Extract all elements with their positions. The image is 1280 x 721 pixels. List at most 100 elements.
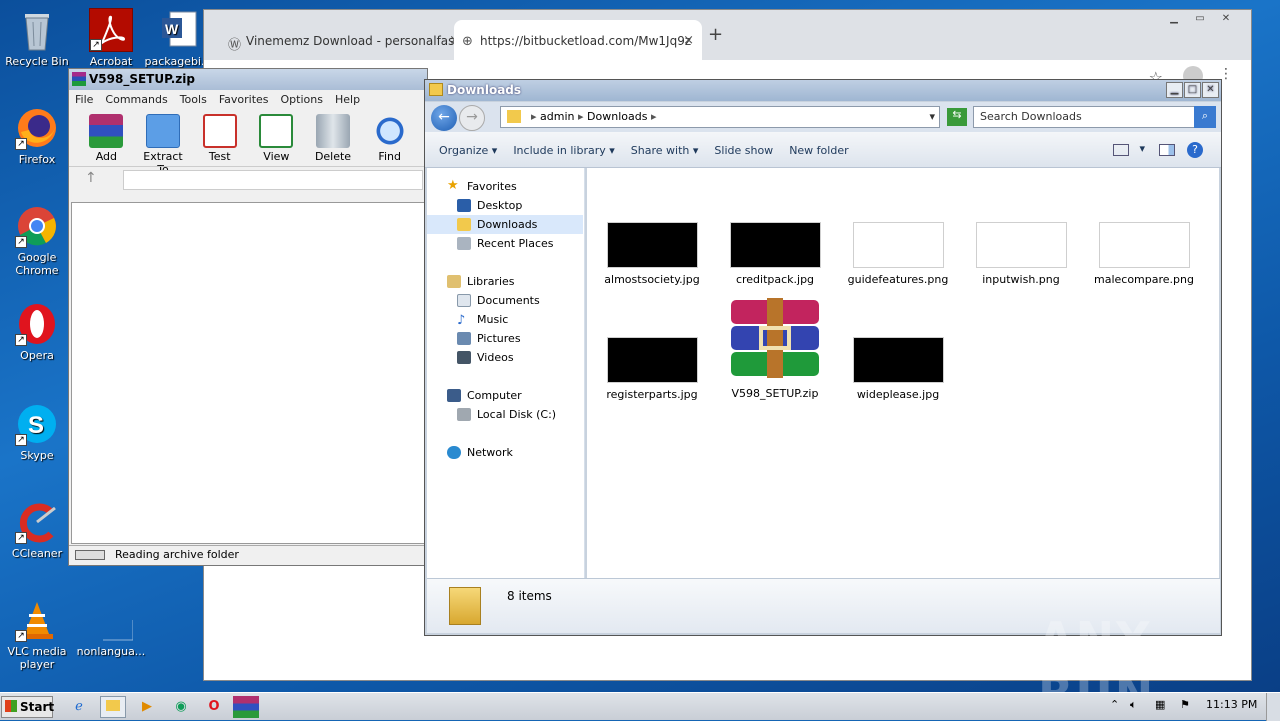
network-tray-icon[interactable]: ▦ xyxy=(1155,698,1165,711)
test-button[interactable]: Test xyxy=(196,112,243,164)
breadcrumb-dropdown-icon[interactable]: ▾ xyxy=(929,110,935,123)
nav-favorites[interactable]: ★ Favorites xyxy=(427,177,583,196)
explorer-command-bar: Organize ▾ Include in library ▾ Share wi… xyxy=(425,132,1221,168)
menu-help[interactable]: Help xyxy=(335,93,360,107)
forward-arrow-icon[interactable]: → xyxy=(459,105,485,131)
nav-local-disk[interactable]: Local Disk (C:) xyxy=(427,405,583,424)
close-icon[interactable]: ✕ xyxy=(1202,82,1219,98)
file-item[interactable]: guidefeatures.png xyxy=(838,222,958,286)
menu-favorites[interactable]: Favorites xyxy=(219,93,269,107)
file-item[interactable]: registerparts.jpg xyxy=(592,337,712,401)
taskbar-winrar-icon[interactable] xyxy=(233,696,259,718)
find-button[interactable]: Find xyxy=(366,112,413,164)
delete-button[interactable]: Delete xyxy=(310,112,357,164)
nav-downloads[interactable]: Downloads xyxy=(427,215,583,234)
menu-commands[interactable]: Commands xyxy=(105,93,167,107)
desktop-icon-ccleaner[interactable]: ↗ CCleaner xyxy=(2,500,72,560)
add-button[interactable]: Add xyxy=(83,112,130,164)
file-item[interactable]: creditpack.jpg xyxy=(715,222,835,286)
menu-options[interactable]: Options xyxy=(281,93,323,107)
nav-libraries[interactable]: Libraries xyxy=(427,272,583,291)
breadcrumb-downloads[interactable]: Downloads xyxy=(587,110,647,123)
taskbar-media-player-icon[interactable]: ▶ xyxy=(134,696,160,718)
back-arrow-icon[interactable]: ← xyxy=(431,105,457,131)
menu-file[interactable]: File xyxy=(75,93,93,107)
breadcrumb-admin[interactable]: admin xyxy=(540,110,574,123)
desktop-icon-chrome[interactable]: ↗ Google Chrome xyxy=(2,204,72,277)
tab-close-icon[interactable]: × xyxy=(683,33,694,48)
change-view-icon[interactable] xyxy=(1113,144,1129,156)
preview-pane-icon[interactable] xyxy=(1159,144,1175,156)
taskbar-chrome-icon[interactable]: ◉ xyxy=(168,696,194,718)
globe-favicon-icon: ⊕ xyxy=(462,34,473,49)
archive-file-list[interactable] xyxy=(71,202,425,544)
shortcut-arrow-icon: ↗ xyxy=(90,39,102,51)
desktop-icon-acrobat[interactable]: ↗ Acrobat xyxy=(76,8,146,68)
archive-path-input[interactable] xyxy=(123,170,423,190)
clock[interactable]: 11:13 PM xyxy=(1206,698,1257,711)
breadcrumb[interactable]: ▸ admin ▸ Downloads ▸ ▾ xyxy=(500,106,940,128)
minimize-icon[interactable]: ▁ xyxy=(1161,12,1187,28)
file-item[interactable]: inputwish.png xyxy=(961,222,1081,286)
file-item[interactable]: malecompare.png xyxy=(1084,222,1204,286)
desktop-icon-opera[interactable]: ↗ Opera xyxy=(2,302,72,362)
up-folder-icon[interactable]: ↑ xyxy=(85,170,97,186)
close-icon[interactable]: ✕ xyxy=(1213,12,1239,28)
breadcrumb-folder-icon xyxy=(507,110,521,123)
search-input[interactable]: Search Downloads ⌕ xyxy=(973,106,1216,128)
view-dropdown-icon[interactable]: ▾ xyxy=(1139,142,1145,155)
share-with-button[interactable]: Share with ▾ xyxy=(631,144,699,167)
view-book-icon xyxy=(259,114,294,148)
new-tab-button[interactable]: + xyxy=(708,24,723,45)
nav-network[interactable]: Network xyxy=(427,443,583,462)
minimize-icon[interactable]: ▁ xyxy=(1166,82,1183,98)
shortcut-arrow-icon: ↗ xyxy=(15,334,27,346)
volume-icon[interactable]: 🔈︎ xyxy=(1130,698,1137,712)
nav-documents[interactable]: Documents xyxy=(427,291,583,310)
taskbar-ie-icon[interactable]: ℯ xyxy=(66,696,92,718)
maximize-icon[interactable]: ▭ xyxy=(1187,12,1213,28)
desktop-icon-blank-file[interactable]: nonlangua... xyxy=(76,606,146,658)
include-in-library-button[interactable]: Include in library ▾ xyxy=(513,144,614,167)
winrar-app-icon xyxy=(72,72,86,86)
new-folder-button[interactable]: New folder xyxy=(789,144,848,167)
image-thumbnail xyxy=(729,222,821,268)
item-count: 8 items xyxy=(507,589,552,603)
taskbar-explorer-icon[interactable] xyxy=(100,696,126,718)
chrome-tab-bitbucketload[interactable]: ⊕ https://bitbucketload.com/Mw1Jq9z × xyxy=(454,20,702,60)
maximize-icon[interactable]: □ xyxy=(1184,82,1201,98)
nav-recent-places[interactable]: Recent Places xyxy=(427,234,583,253)
help-icon[interactable]: ? xyxy=(1187,142,1203,158)
search-icon[interactable]: ⌕ xyxy=(1194,106,1216,128)
desktop-icon-skype[interactable]: S ↗ Skype xyxy=(2,402,72,462)
nav-desktop[interactable]: Desktop xyxy=(427,196,583,215)
menu-tools[interactable]: Tools xyxy=(180,93,207,107)
extract-to-button[interactable]: Extract To xyxy=(140,112,187,176)
add-icon xyxy=(89,114,124,148)
desktop-icon-recycle-bin[interactable]: Recycle Bin xyxy=(2,8,72,68)
show-desktop-button[interactable] xyxy=(1266,693,1280,721)
view-button[interactable]: View xyxy=(253,112,300,164)
extract-folder-icon xyxy=(146,114,180,148)
network-globe-icon xyxy=(447,446,461,459)
tab-title: https://bitbucketload.com/Mw1Jq9z xyxy=(480,34,692,48)
vlc-icon: ↗ xyxy=(15,598,59,642)
organize-button[interactable]: Organize ▾ xyxy=(439,144,497,167)
file-item[interactable]: almostsociety.jpg xyxy=(592,222,712,286)
show-hidden-icons-icon[interactable]: ⌃ xyxy=(1110,698,1119,711)
desktop-icon-vlc[interactable]: ↗ VLC media player xyxy=(2,598,72,671)
computer-icon xyxy=(447,389,461,402)
file-item[interactable]: V598_SETUP.zip xyxy=(715,298,835,400)
desktop-icon-firefox[interactable]: ↗ Firefox xyxy=(2,106,72,166)
nav-videos[interactable]: Videos xyxy=(427,348,583,367)
nav-music[interactable]: ♪ Music xyxy=(427,310,583,329)
slide-show-button[interactable]: Slide show xyxy=(714,144,773,167)
nav-computer[interactable]: Computer xyxy=(427,386,583,405)
action-center-flag-icon[interactable]: ⚑ xyxy=(1180,698,1190,711)
taskbar-opera-icon[interactable]: O xyxy=(201,696,227,718)
file-item[interactable]: wideplease.jpg xyxy=(838,337,958,401)
nav-pictures[interactable]: Pictures xyxy=(427,329,583,348)
chrome-tab-vinememz[interactable]: Ⓦ Vinememz Download - personalfasr × xyxy=(220,20,468,60)
start-button[interactable]: Start xyxy=(1,696,54,718)
refresh-icon[interactable]: ⇆ xyxy=(947,108,967,126)
